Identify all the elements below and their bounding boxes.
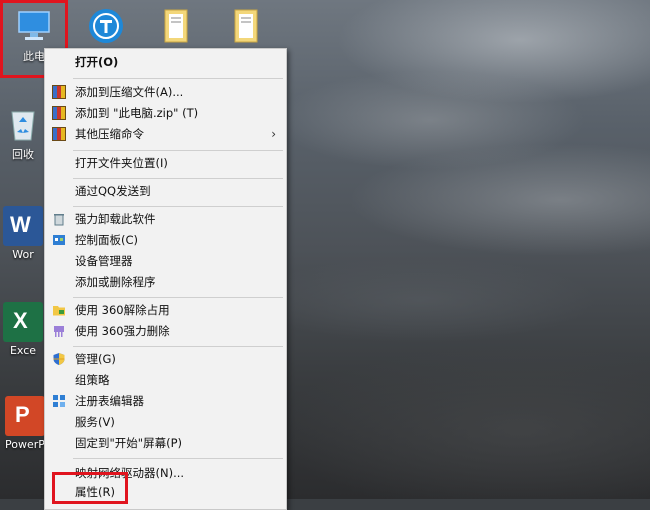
menu-separator (73, 458, 283, 459)
context-menu: 打开(O) 添加到压缩文件(A)... 添加到 "此电脑.zip" (T) 其他… (44, 48, 287, 510)
archive-icon (52, 127, 66, 141)
menu-item-360-unlock[interactable]: 使用 360解除占用 (45, 300, 286, 321)
desktop-icon-label: Exce (9, 344, 37, 357)
menu-item-label: 打开文件夹位置(I) (75, 156, 168, 170)
control-panel-icon (52, 233, 66, 247)
menu-item-control-panel[interactable]: 控制面板(C) (45, 230, 286, 251)
menu-item-group-policy[interactable]: 组策略 (45, 370, 286, 391)
excel-icon: X (3, 302, 43, 342)
recycle-bin-icon (3, 104, 43, 144)
menu-item-add-zip[interactable]: 添加到 "此电脑.zip" (T) (45, 103, 286, 124)
menu-item-open[interactable]: 打开(O) (45, 52, 286, 73)
menu-item-label: 管理(G) (75, 352, 116, 366)
menu-item-label: 其他压缩命令 (75, 127, 144, 141)
folder-lock-icon (52, 303, 66, 317)
menu-item-pin-start[interactable]: 固定到"开始"屏幕(P) (45, 433, 286, 454)
desktop-icon-recycle-bin[interactable]: 回收 (0, 104, 46, 162)
menu-separator (73, 178, 283, 179)
desktop-icon-folder-1[interactable] (146, 6, 206, 46)
menu-item-services[interactable]: 服务(V) (45, 412, 286, 433)
menu-item-label: 通过QQ发送到 (75, 184, 151, 198)
menu-item-force-uninstall[interactable]: 强力卸载此软件 (45, 209, 286, 230)
menu-item-registry-editor[interactable]: 注册表编辑器 (45, 391, 286, 412)
menu-item-label: 使用 360强力删除 (75, 324, 170, 338)
menu-item-add-archive[interactable]: 添加到压缩文件(A)... (45, 82, 286, 103)
menu-item-label: 使用 360解除占用 (75, 303, 170, 317)
desktop-icon-powerpoint[interactable]: P PowerP (2, 396, 48, 451)
menu-item-label: 固定到"开始"屏幕(P) (75, 436, 182, 450)
menu-item-open-location[interactable]: 打开文件夹位置(I) (45, 153, 286, 174)
menu-item-label: 注册表编辑器 (75, 394, 144, 408)
desktop-icon-excel[interactable]: X Exce (0, 302, 46, 357)
archive-icon (52, 106, 66, 120)
desktop-icon-folder-2[interactable] (216, 6, 276, 46)
registry-icon (52, 394, 66, 408)
app-icon (86, 6, 126, 46)
shredder-icon (52, 324, 66, 338)
word-icon: W (3, 206, 43, 246)
menu-separator (73, 346, 283, 347)
menu-item-360-delete[interactable]: 使用 360强力删除 (45, 321, 286, 342)
menu-item-label: 服务(V) (75, 415, 115, 429)
menu-item-device-manager[interactable]: 设备管理器 (45, 251, 286, 272)
menu-separator (73, 206, 283, 207)
menu-item-other-compress[interactable]: 其他压缩命令 › (45, 124, 286, 145)
menu-separator (73, 297, 283, 298)
menu-separator (73, 78, 283, 79)
menu-separator (73, 150, 283, 151)
desktop-icon-app[interactable] (76, 6, 136, 46)
menu-item-add-remove-programs[interactable]: 添加或删除程序 (45, 272, 286, 293)
folder-icon (226, 6, 266, 46)
archive-icon (52, 85, 66, 99)
menu-item-label: 强力卸载此软件 (75, 212, 156, 226)
menu-item-label: 打开(O) (75, 55, 119, 69)
desktop-icon-word[interactable]: W Wor (0, 206, 46, 261)
menu-item-label: 控制面板(C) (75, 233, 139, 247)
menu-item-label: 添加到压缩文件(A)... (75, 85, 184, 99)
menu-item-send-qq[interactable]: 通过QQ发送到 (45, 181, 286, 202)
powerpoint-icon: P (5, 396, 45, 436)
desktop-icon-label: 回收 (12, 148, 34, 161)
menu-item-label: 组策略 (75, 373, 110, 387)
menu-item-label: 添加到 "此电脑.zip" (T) (75, 106, 199, 120)
menu-item-label: 添加或删除程序 (75, 275, 156, 289)
chevron-right-icon: › (271, 127, 276, 141)
menu-item-label: 设备管理器 (75, 254, 133, 268)
trash-icon (52, 212, 66, 226)
desktop-icon-label: PowerP (5, 438, 45, 451)
properties-highlight-box (52, 472, 128, 504)
desktop-icon-label: Wor (12, 248, 34, 261)
menu-item-manage[interactable]: 管理(G) (45, 349, 286, 370)
shield-icon (52, 352, 66, 366)
folder-icon (156, 6, 196, 46)
